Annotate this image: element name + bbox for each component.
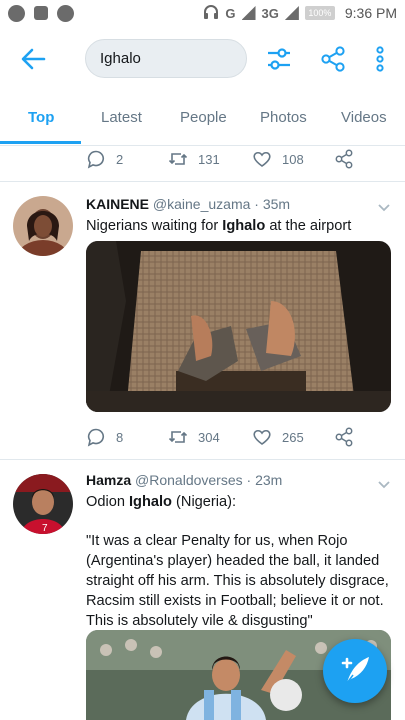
tweet-text-part: (Nigeria): [171,494,237,510]
like-count: 265 [282,429,304,445]
circle-notification-icon [8,4,25,22]
tweet-text-part: Nigerians waiting for [86,218,223,234]
status-bar: G 3G 100% 9:36 PM [0,0,405,26]
search-input[interactable]: Ighalo [85,39,247,78]
headphones-icon [203,4,219,23]
retweet-button[interactable]: 304 [168,427,220,447]
retweet-button[interactable]: 131 [168,149,220,169]
signal-icon [241,6,256,20]
svg-text:7: 7 [42,523,48,534]
search-term-highlight: Ighalo [129,494,172,510]
reply-button[interactable]: 2 [86,149,123,169]
search-header: Ighalo [0,26,405,92]
phone-notification-icon [57,4,74,22]
clock: 9:36 PM [344,5,397,21]
tab-videos[interactable]: Videos [341,109,387,126]
reply-count: 8 [116,429,124,445]
like-button[interactable]: 265 [252,427,304,447]
network-type: 3G [261,5,279,21]
active-tab-indicator [0,141,81,144]
share-icon [335,149,353,169]
heart-icon [253,429,271,445]
more-vertical-icon[interactable] [367,46,393,72]
display-name[interactable]: KAINENE [86,196,149,212]
avatar[interactable] [13,196,73,256]
retweet-count: 304 [198,429,220,445]
tweet-header: KAINENE @kaine_uzama · 35m [86,196,290,212]
tweet-divider [0,181,405,182]
share-icon[interactable] [320,46,346,72]
tweet-divider [0,459,405,460]
like-count: 108 [282,151,304,167]
retweet-icon [168,431,188,443]
tab-photos[interactable]: Photos [260,109,307,126]
reply-count: 2 [116,151,124,167]
battery-indicator: 100% [304,6,335,20]
tweet-text-part: Odion [86,494,129,510]
reply-icon [87,150,105,169]
retweet-count: 131 [198,151,220,167]
tweet-text: Nigerians waiting for Ighalo at the airp… [86,216,391,236]
compose-tweet-button[interactable] [323,639,387,703]
display-name[interactable]: Hamza [86,472,131,488]
arrow-left-icon[interactable] [20,46,46,72]
tweet-header: Hamza @Ronaldoverses · 23m [86,472,282,488]
share-tweet-button[interactable] [334,149,354,169]
tweet-actions: 2 131 108 [86,149,386,169]
retweet-icon [168,153,188,165]
search-tabs: Top Latest People Photos Videos [0,92,405,146]
tweet-media-image[interactable] [86,241,391,412]
timestamp: · 23m [246,472,283,488]
chevron-down-icon[interactable] [377,200,391,214]
image-notification-icon [34,6,48,20]
avatar[interactable]: 7 [13,474,73,534]
username[interactable]: @Ronaldoverses [135,472,243,488]
compose-tweet-icon [341,657,369,684]
username[interactable]: @kaine_uzama [153,196,251,212]
share-icon [335,427,353,447]
tab-people[interactable]: People [180,109,227,126]
tab-latest[interactable]: Latest [101,109,142,126]
tweet-quote-text: "It was a clear Penalty for us, when Roj… [86,533,389,629]
tweet-text: Odion Ighalo (Nigeria): [86,492,391,512]
filter-icon[interactable] [266,46,292,72]
heart-icon [253,151,271,167]
reply-button[interactable]: 8 [86,427,123,447]
tweet-actions: 8 304 265 [86,427,386,447]
reply-icon [87,428,105,447]
tweet-text-part: at the airport [265,218,352,234]
timestamp: · 35m [254,196,291,212]
tab-top[interactable]: Top [28,109,54,126]
search-term-highlight: Ighalo [222,218,266,234]
like-button[interactable]: 108 [252,149,304,169]
signal-icon-2 [284,6,299,20]
chevron-down-icon[interactable] [377,477,391,491]
share-tweet-button[interactable] [334,427,354,447]
